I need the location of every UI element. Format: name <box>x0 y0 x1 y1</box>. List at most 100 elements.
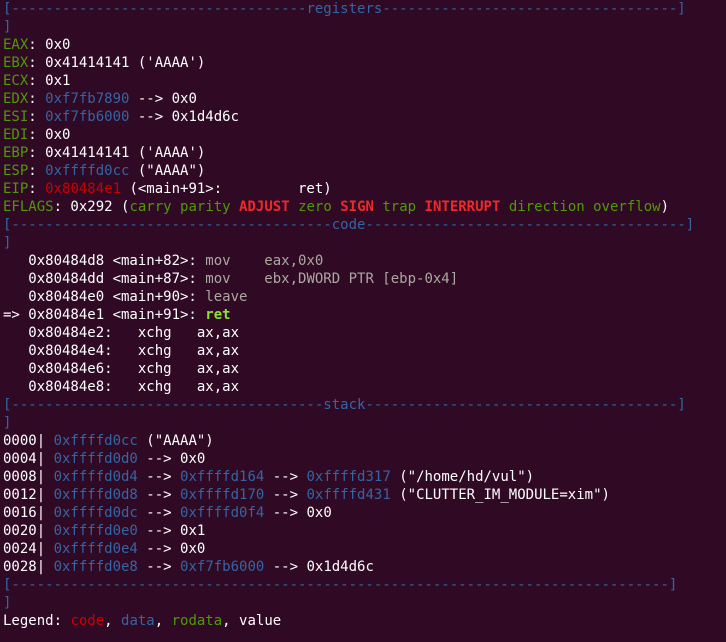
register-ecx: ECX: 0x1 <box>3 72 726 90</box>
separator-dashes-left: [----------------------------------- <box>3 1 307 17</box>
register-value: 0x0 <box>45 37 71 53</box>
stack-address: 0xffffd0d4 <box>53 469 138 485</box>
stack-value: ("AAAA") <box>137 433 214 449</box>
flag-carry: carry <box>129 199 172 215</box>
registers-separator: [-----------------------------------regi… <box>3 0 726 18</box>
legend-comma: , <box>222 613 240 629</box>
register-name: EAX <box>3 37 29 53</box>
register-address: 0xffffd0cc <box>45 163 130 179</box>
stack-address: 0xffffd0cc <box>53 433 138 449</box>
register-deref: --> 0x1d4d6c <box>129 109 240 125</box>
stack-arrow: --> <box>137 469 181 485</box>
code-line: 0x80484d8 <main+82>: mov eax,0x0 <box>3 252 726 270</box>
stack-value: --> 0x0 <box>137 541 206 557</box>
flag-adjust: ADJUST <box>239 199 290 215</box>
register-name: EBP <box>3 145 29 161</box>
code-section-title: code <box>331 217 366 233</box>
separator-wrap: ] <box>3 415 12 431</box>
stack-pointer: 0xffffd431 <box>306 487 391 503</box>
code-line: 0x80484e4: xchg ax,ax <box>3 343 240 359</box>
stack-pointer: 0xffffd164 <box>180 469 265 485</box>
stack-value: --> 0x0 <box>137 451 206 467</box>
stack-separator: [-------------------------------------st… <box>3 396 726 414</box>
register-name: EBX <box>3 55 29 71</box>
stack-row: 0028| 0xffffd0e8 --> 0xf7fb6000 --> 0x1d… <box>3 558 726 576</box>
stack-row: 0016| 0xffffd0dc --> 0xffffd0f4 --> 0x0 <box>3 504 726 522</box>
register-deref: ("AAAA") <box>129 163 206 179</box>
register-sep: : <box>28 109 46 125</box>
separator-wrap: ] <box>3 235 12 251</box>
separator-dashes-right: --------------------------------------] <box>365 217 695 233</box>
code-address: 0x80484e0 <main+90>: <box>3 289 206 305</box>
legend-label: Legend: <box>3 613 71 629</box>
register-name: EFLAGS <box>3 199 54 215</box>
stack-address: 0xffffd0e0 <box>53 523 138 539</box>
register-edi: EDI: 0x0 <box>3 126 726 144</box>
code-line: 0x80484e0 <main+90>: leave <box>3 288 726 306</box>
register-name: ECX <box>3 73 29 89</box>
register-sep: : <box>28 127 46 143</box>
register-eip: EIP: 0x80484e1 (<main+91>: ret) <box>3 180 726 198</box>
register-sep: : <box>28 55 46 71</box>
stack-address: 0xffffd0dc <box>53 505 138 521</box>
gdb-peda-terminal: [-----------------------------------regi… <box>0 0 726 630</box>
stack-value: --> 0x0 <box>264 505 332 521</box>
separator-dashes-left: [------------------------------------- <box>3 397 324 413</box>
stack-offset: 0028| <box>3 559 54 575</box>
stack-offset: 0016| <box>3 505 54 521</box>
stack-arrow: --> <box>137 505 181 521</box>
register-sep: : <box>28 37 46 53</box>
stack-value: ("/home/hd/vul") <box>390 469 535 485</box>
code-address: 0x80484d8 <main+82>: <box>3 253 206 269</box>
register-value: : 0x292 ( <box>53 199 130 215</box>
flag-parity: parity <box>180 199 231 215</box>
flag-interrupt: INTERRUPT <box>424 199 501 215</box>
legend: Legend: code, data, rodata, value <box>3 612 726 630</box>
flag-overflow: overflow <box>593 199 661 215</box>
stack-row: 0000| 0xffffd0cc ("AAAA") <box>3 432 726 450</box>
stack-section-title: stack <box>323 397 366 413</box>
stack-arrow: --> <box>137 559 181 575</box>
flag-trap: trap <box>382 199 417 215</box>
stack-arrow: --> <box>264 469 307 485</box>
flag-zero: zero <box>298 199 332 215</box>
stack-arrow: --> <box>137 487 181 503</box>
code-instruction: leave <box>205 289 248 305</box>
separator-dashes-right: -----------------------------------] <box>382 1 686 17</box>
code-address: 0x80484dd <main+87>: <box>3 271 206 287</box>
register-edx: EDX: 0xf7fb7890 --> 0x0 <box>3 90 726 108</box>
stack-row: 0020| 0xffffd0e0 --> 0x1 <box>3 522 726 540</box>
stack-row: 0024| 0xffffd0e4 --> 0x0 <box>3 540 726 558</box>
end-separator: [---------------------------------------… <box>3 577 678 593</box>
register-esi: ESI: 0xf7fb6000 --> 0x1d4d6c <box>3 108 726 126</box>
legend-rodata: rodata <box>171 613 223 629</box>
stack-pointer: 0xffffd317 <box>306 469 391 485</box>
flag-direction: direction <box>508 199 585 215</box>
legend-code: code <box>70 613 105 629</box>
stack-offset: 0012| <box>3 487 54 503</box>
register-deref: --> 0x0 <box>129 91 197 107</box>
current-instruction: ret <box>205 307 231 323</box>
stack-arrow: --> <box>264 487 307 503</box>
stack-address: 0xffffd0e8 <box>53 559 138 575</box>
register-sep: : <box>28 181 46 197</box>
code-separator: [--------------------------------------c… <box>3 216 726 234</box>
stack-address: 0xffffd0d0 <box>53 451 138 467</box>
register-ebx: EBX: 0x41414141 ('AAAA') <box>3 54 726 72</box>
stack-row: 0008| 0xffffd0d4 --> 0xffffd164 --> 0xff… <box>3 468 726 486</box>
code-line-current: => 0x80484e1 <main+91>: ret <box>3 306 726 324</box>
register-sep: : <box>28 145 46 161</box>
separator-dashes-right: -------------------------------------] <box>365 397 686 413</box>
separator-wrap: ] <box>3 595 12 611</box>
separator-wrap: ] <box>3 19 12 35</box>
stack-offset: 0008| <box>3 469 54 485</box>
code-line: 0x80484e2: xchg ax,ax <box>3 325 240 341</box>
stack-pointer: 0xf7fb6000 <box>180 559 265 575</box>
register-sep: : <box>28 91 46 107</box>
code-instruction: mov eax,0x0 <box>205 253 324 269</box>
register-sep: : <box>28 73 46 89</box>
legend-comma: , <box>154 613 172 629</box>
register-address: 0xf7fb7890 <box>45 91 130 107</box>
register-ebp: EBP: 0x41414141 ('AAAA') <box>3 144 726 162</box>
register-sep: : <box>28 163 46 179</box>
